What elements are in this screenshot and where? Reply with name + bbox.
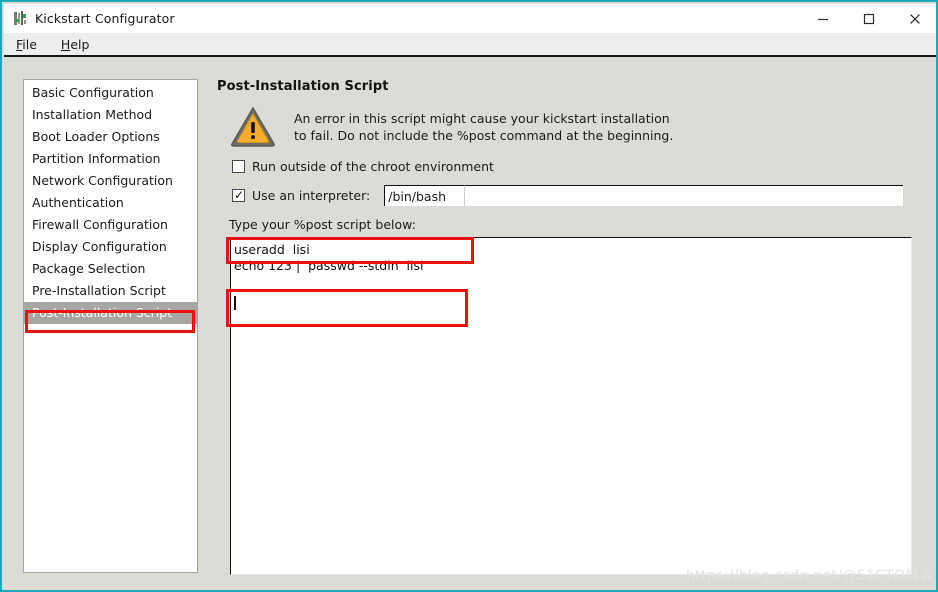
post-script-textarea[interactable]: useradd lisi echo 123 | passwd --stdin l… [230, 237, 912, 575]
warning-text: An error in this script might cause your… [294, 110, 714, 144]
title-bar: Kickstart Configurator [4, 4, 936, 33]
sidebar-item-network-configuration[interactable]: Network Configuration [24, 170, 197, 192]
kickstart-app-icon [12, 10, 28, 27]
minimize-icon [816, 12, 830, 26]
chroot-checkbox[interactable] [232, 160, 245, 173]
warning-text-line1: An error in this script might cause your… [294, 111, 670, 126]
sidebar-item-boot-loader-options[interactable]: Boot Loader Options [24, 126, 197, 148]
close-icon [908, 12, 922, 26]
interpreter-row[interactable]: ✓ Use an interpreter: [232, 185, 917, 206]
script-line-2: echo 123 | passwd --stdin lisi [234, 258, 424, 273]
body-panel: Basic Configuration Installation Method … [4, 59, 936, 590]
menu-item-file[interactable]: File [4, 37, 49, 52]
sidebar-item-display-configuration[interactable]: Display Configuration [24, 236, 197, 258]
menu-item-help[interactable]: Help [49, 37, 102, 52]
sidebar-item-basic-configuration[interactable]: Basic Configuration [24, 82, 197, 104]
interpreter-checkbox-label: Use an interpreter: [252, 188, 371, 203]
sidebar-item-package-selection[interactable]: Package Selection [24, 258, 197, 280]
chroot-checkbox-row[interactable]: Run outside of the chroot environment [232, 159, 917, 174]
sidebar-item-partition-information[interactable]: Partition Information [24, 148, 197, 170]
menu-help-mnemonic: H [60, 36, 71, 52]
check-tick-icon: ✓ [234, 188, 245, 202]
maximize-button[interactable] [846, 4, 892, 33]
sidebar-item-firewall-configuration[interactable]: Firewall Configuration [24, 214, 197, 236]
sidebar-item-authentication[interactable]: Authentication [24, 192, 197, 214]
app-window: Kickstart Configurator File Help Basic C… [0, 0, 938, 592]
text-caret [234, 296, 236, 310]
sidebar-list[interactable]: Basic Configuration Installation Method … [23, 79, 198, 573]
script-line-1: useradd lisi [234, 242, 310, 257]
interpreter-input[interactable] [384, 185, 465, 206]
sidebar-item-installation-method[interactable]: Installation Method [24, 104, 197, 126]
menu-help-rest: elp [70, 36, 90, 52]
page-title: Post-Installation Script [217, 79, 389, 94]
window-controls [800, 4, 936, 33]
chroot-checkbox-label: Run outside of the chroot environment [252, 159, 494, 174]
interpreter-field-filler[interactable] [464, 185, 904, 206]
menu-bar: File Help [4, 33, 936, 57]
warning-text-line2: to fail. Do not include the %post comman… [294, 128, 674, 143]
menu-file-rest: ile [22, 36, 37, 52]
interpreter-checkbox[interactable]: ✓ [232, 188, 245, 202]
warning-banner: An error in this script might cause your… [229, 104, 917, 149]
main-content: Post-Installation Script An error in thi… [217, 79, 917, 579]
warning-triangle-icon [229, 104, 277, 149]
sidebar-item-post-installation-script[interactable]: Post-Installation Script [24, 302, 197, 324]
minimize-button[interactable] [800, 4, 846, 33]
window-title: Kickstart Configurator [35, 11, 175, 26]
script-label: Type your %post script below: [229, 217, 416, 232]
close-button[interactable] [892, 4, 936, 33]
sidebar-item-pre-installation-script[interactable]: Pre-Installation Script [24, 280, 197, 302]
maximize-icon [862, 12, 876, 26]
